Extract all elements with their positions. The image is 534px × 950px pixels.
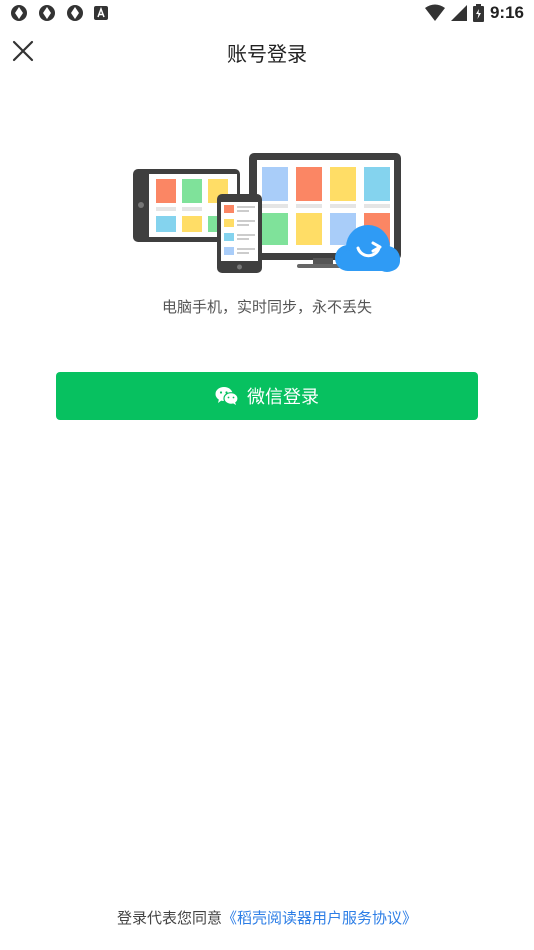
agreement-text: 登录代表您同意《稻壳阅读器用户服务协议》	[0, 907, 534, 928]
app-notification-icon	[67, 5, 83, 21]
status-time: 9:16	[489, 3, 524, 22]
wifi-icon	[424, 4, 445, 21]
keyboard-a-icon	[94, 6, 108, 20]
agreement-prefix: 登录代表您同意	[116, 909, 222, 927]
tagline: 电脑手机，实时同步，永不丢失	[161, 298, 372, 316]
status-bar: 9:16	[0, 0, 534, 28]
sync-devices-illustration	[133, 153, 401, 273]
user-agreement-link[interactable]: 《稻壳阅读器用户服务协议》	[222, 909, 417, 927]
wechat-login-label: 微信登录	[247, 387, 319, 408]
app-notification-icon	[39, 5, 55, 21]
phone-graphic	[217, 194, 262, 273]
page-title: 账号登录	[227, 42, 307, 66]
battery-icon	[472, 4, 484, 22]
header: 账号登录	[0, 28, 534, 74]
wechat-icon	[215, 387, 239, 405]
app-notification-icon	[11, 5, 27, 21]
cell-signal-icon	[450, 5, 467, 21]
wechat-login-button[interactable]: 微信登录	[56, 372, 478, 420]
